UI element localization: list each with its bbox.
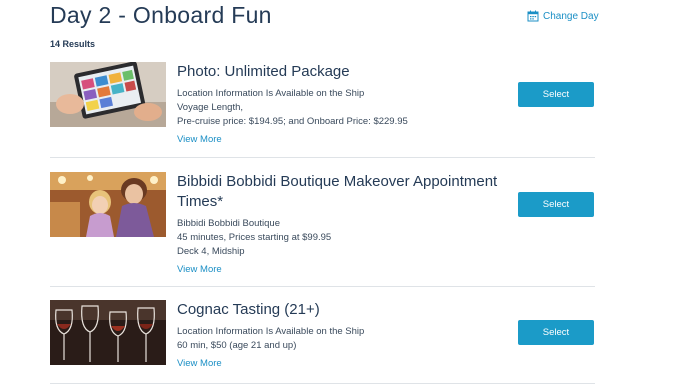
list-item: Photo: Unlimited Package Location Inform… (50, 62, 595, 158)
item-title[interactable]: Cognac Tasting (21+) (177, 300, 507, 320)
item-title[interactable]: Photo: Unlimited Package (177, 62, 507, 82)
item-detail-line: 45 minutes, Prices starting at $99.95 (177, 232, 332, 243)
results-count: 14 Results (50, 39, 96, 49)
list-item: Bibbidi Bobbidi Boutique Makeover Appoin… (50, 172, 595, 282)
item-detail-line: Pre-cruise price: $194.95; and Onboard P… (177, 116, 408, 127)
select-button[interactable]: Select (518, 82, 594, 107)
select-button[interactable]: Select (518, 320, 594, 345)
item-detail-line: Bibbidi Bobbidi Boutique (177, 218, 280, 229)
list-item: Cognac Tasting (21+) Location Informatio… (50, 300, 595, 380)
item-detail-line: Voyage Length, (177, 102, 244, 113)
item-detail-line: Location Information Is Available on the… (177, 88, 365, 99)
cognac-tasting-image[interactable] (50, 300, 166, 365)
calendar-icon (527, 10, 539, 22)
item-detail-line: 60 min, $50 (age 21 and up) (177, 340, 297, 351)
divider (50, 383, 595, 384)
item-title[interactable]: Bibbidi Bobbidi Boutique Makeover Appoin… (177, 172, 507, 212)
divider (50, 157, 595, 158)
view-more-link[interactable]: View More (177, 264, 222, 275)
page-title: Day 2 - Onboard Fun (50, 2, 272, 28)
change-day-label[interactable]: Change Day (543, 11, 599, 22)
view-more-link[interactable]: View More (177, 358, 222, 369)
item-detail-line: Location Information Is Available on the… (177, 326, 365, 337)
select-button[interactable]: Select (518, 192, 594, 217)
view-more-link[interactable]: View More (177, 134, 222, 145)
change-day-link[interactable]: Change Day (527, 10, 599, 22)
boutique-makeover-image[interactable] (50, 172, 166, 237)
item-detail-line: Deck 4, Midship (177, 246, 245, 257)
divider (50, 286, 595, 287)
photo-package-image[interactable] (50, 62, 166, 127)
